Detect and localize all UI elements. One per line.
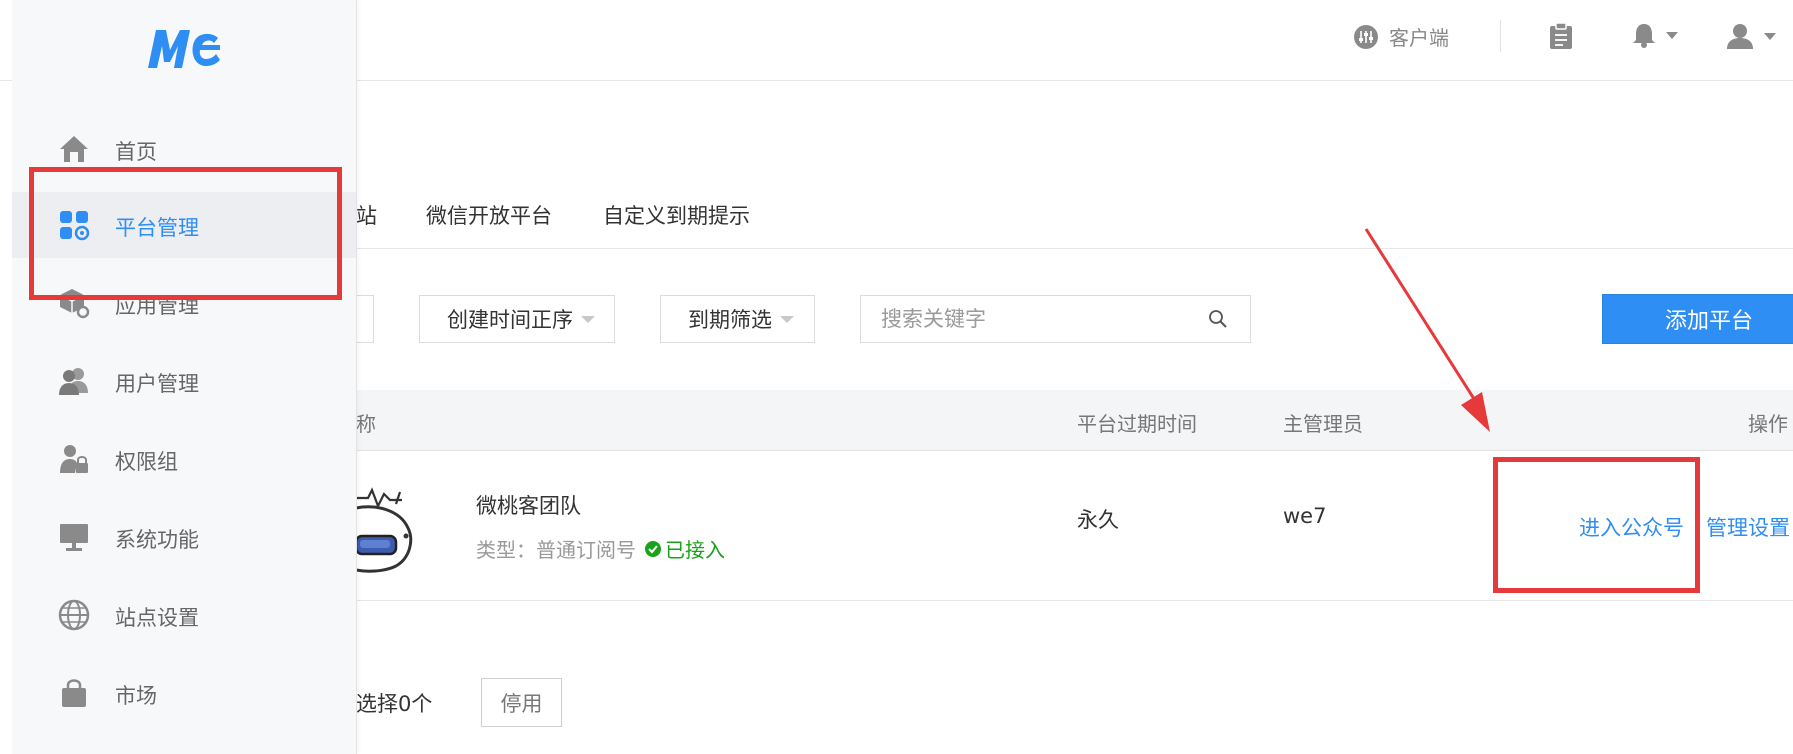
client-settings-icon — [1354, 24, 1378, 49]
search-input[interactable] — [879, 306, 1183, 332]
tab-wechat-open-platform[interactable]: 微信开放平台 — [426, 200, 552, 230]
chevron-down-icon — [581, 315, 595, 323]
header-divider — [1500, 20, 1501, 52]
chevron-down-icon — [1764, 32, 1776, 40]
notifications-button[interactable] — [1632, 22, 1678, 48]
sidebar-item-label: 站点设置 — [115, 606, 199, 630]
sidebar-item-platform[interactable]: 平台管理 — [12, 192, 356, 258]
platform-grid-icon — [60, 211, 90, 241]
disable-button[interactable]: 停用 — [481, 678, 562, 727]
platform-tabs: 站 微信开放平台 自定义到期提示 — [356, 170, 1793, 249]
selected-count: 选择0个 — [356, 692, 433, 716]
sidebar-item-apps[interactable]: 应用管理 — [12, 270, 356, 336]
sidebar-item-label: 应用管理 — [115, 294, 199, 318]
sidebar: 首页 平台管理 应用管理 用户管理 权限组 系统功能 站点设置 市场 — [12, 0, 357, 754]
home-icon — [60, 136, 88, 162]
enter-account-link[interactable]: 进入公众号 — [1579, 512, 1684, 542]
status-badge: 已接入 — [644, 534, 725, 563]
sort-select[interactable]: 创建时间正序 — [419, 295, 615, 343]
user-menu-button[interactable] — [1726, 22, 1776, 50]
table-row: 微桃客团队 类型：普通订阅号 已接入 永久 we7 进入公众号 管理设置 — [356, 450, 1793, 601]
logo — [148, 30, 220, 68]
expire-filter-label: 到期筛选 — [688, 308, 772, 332]
client-label: 客户端 — [1389, 26, 1449, 50]
expire-filter-select[interactable]: 到期筛选 — [660, 295, 815, 343]
search-box — [860, 295, 1251, 343]
sidebar-item-system[interactable]: 系统功能 — [12, 504, 356, 570]
sidebar-item-permissions[interactable]: 权限组 — [12, 426, 356, 492]
platform-type: 类型：普通订阅号 已接入 — [476, 534, 725, 563]
sidebar-item-label: 首页 — [115, 140, 157, 164]
clipboard-icon — [1550, 22, 1572, 49]
sidebar-item-label: 系统功能 — [115, 528, 199, 552]
tab-custom-expiry-notice[interactable]: 自定义到期提示 — [603, 200, 750, 230]
globe-icon — [58, 599, 90, 631]
platform-name: 微桃客团队 — [476, 494, 581, 518]
header-expire-time: 平台过期时间 — [1077, 412, 1197, 436]
search-icon[interactable] — [1208, 309, 1228, 329]
manage-settings-link[interactable]: 管理设置 — [1706, 512, 1790, 542]
bell-icon — [1633, 24, 1655, 48]
platform-avatar — [356, 487, 413, 573]
platform-admin: we7 — [1283, 504, 1327, 528]
sidebar-item-site-settings[interactable]: 站点设置 — [12, 582, 356, 648]
header-name: 称 — [356, 412, 376, 436]
sidebar-item-label: 平台管理 — [115, 216, 199, 240]
sidebar-item-market[interactable]: 市场 — [12, 660, 356, 726]
sidebar-item-home[interactable]: 首页 — [12, 116, 356, 182]
sort-select-label: 创建时间正序 — [447, 308, 573, 332]
users-icon — [59, 368, 88, 395]
monitor-icon — [60, 524, 88, 551]
table-header: 称 平台过期时间 主管理员 操作 — [356, 390, 1793, 451]
add-platform-button[interactable]: 添加平台 — [1602, 294, 1793, 344]
chevron-down-icon — [780, 315, 794, 323]
sidebar-item-label: 市场 — [115, 684, 157, 708]
tab-site[interactable]: 站 — [356, 200, 377, 230]
check-circle-icon — [645, 540, 661, 557]
user-lock-icon — [60, 445, 88, 473]
platform-expire: 永久 — [1077, 508, 1119, 532]
user-icon — [1727, 24, 1753, 49]
sidebar-item-users[interactable]: 用户管理 — [12, 348, 356, 414]
header-actions: 操作 — [1748, 412, 1788, 436]
header-main-admin: 主管理员 — [1283, 412, 1363, 436]
sidebar-item-label: 用户管理 — [115, 372, 199, 396]
sidebar-item-label: 权限组 — [115, 450, 178, 474]
status-text: 已接入 — [665, 538, 725, 562]
platform-type-label: 类型：普通订阅号 — [476, 538, 636, 562]
chevron-down-icon — [1666, 31, 1678, 39]
shopping-bag-icon — [62, 679, 86, 707]
clipboard-button[interactable] — [1548, 22, 1574, 50]
client-link[interactable]: 客户端 — [1353, 22, 1449, 51]
app-cube-icon — [59, 289, 90, 319]
